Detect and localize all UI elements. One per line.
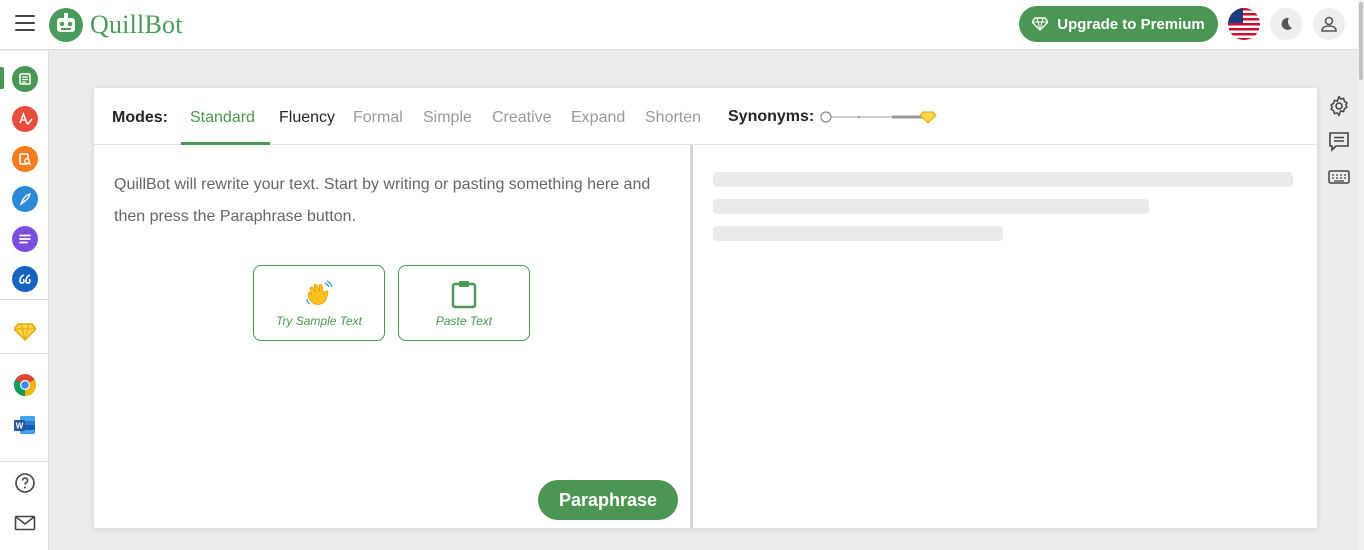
waving-hand-icon	[306, 279, 333, 305]
quillbot-logo-icon	[49, 8, 83, 42]
page-scrollbar[interactable]	[1358, 0, 1364, 550]
synonyms-slider[interactable]	[820, 110, 938, 124]
upgrade-premium-button[interactable]: Upgrade to Premium	[1019, 6, 1218, 42]
sidebar-item-word[interactable]: W	[12, 412, 38, 438]
sidebar-divider	[0, 461, 49, 462]
paste-text-label: Paste Text	[435, 313, 493, 328]
mode-formal[interactable]: Formal	[353, 109, 403, 127]
sidebar-item-help[interactable]	[12, 470, 38, 496]
summarizer-icon	[19, 234, 31, 244]
us-flag-icon[interactable]	[1228, 8, 1260, 40]
input-placeholder[interactable]: QuillBot will rewrite your text. Start b…	[114, 169, 674, 233]
skeleton-line	[713, 199, 1149, 214]
active-indicator	[0, 67, 4, 89]
logo-text: QuillBot	[90, 10, 183, 39]
mode-standard[interactable]: Standard	[190, 109, 255, 127]
paraphraser-icon	[19, 73, 31, 85]
sidebar-item-grammar[interactable]	[12, 106, 38, 132]
skeleton-line	[713, 172, 1293, 187]
word-icon: W	[14, 416, 35, 434]
output-panel	[693, 145, 1317, 528]
mode-expand[interactable]: Expand	[571, 109, 625, 127]
input-panel[interactable]: QuillBot will rewrite your text. Start b…	[94, 145, 690, 528]
paste-text-button[interactable]: Paste Text	[398, 265, 530, 341]
sidebar-item-citation[interactable]	[12, 266, 38, 292]
citation-icon	[19, 274, 31, 284]
help-icon	[15, 473, 35, 493]
scrollbar-thumb[interactable]	[1359, 2, 1363, 80]
settings-icon[interactable]	[1328, 95, 1350, 117]
chrome-icon	[14, 374, 36, 396]
comment-icon[interactable]	[1328, 130, 1350, 152]
moon-icon[interactable]	[1270, 8, 1302, 40]
sidebar-item-mail[interactable]	[12, 510, 38, 536]
skeleton-line	[713, 226, 1003, 241]
sidebar-item-summarizer[interactable]	[12, 226, 38, 252]
cowriter-icon	[19, 193, 31, 206]
plagiarism-icon	[19, 153, 32, 166]
svg-text:W: W	[16, 422, 24, 431]
upgrade-label: Upgrade to Premium	[1057, 15, 1205, 33]
sidebar-item-plagiarism[interactable]	[12, 146, 38, 172]
mode-creative[interactable]: Creative	[492, 109, 552, 127]
sidebar-item-chrome[interactable]	[12, 372, 38, 398]
logo[interactable]: QuillBot	[48, 7, 183, 43]
grammar-icon	[19, 111, 33, 126]
user-icon[interactable]	[1313, 8, 1345, 40]
synonyms-label: Synonyms:	[728, 108, 815, 125]
modes-bar: Modes: Standard Fluency Formal Simple Cr…	[94, 88, 1317, 145]
diamond-icon	[14, 323, 36, 341]
sidebar-item-cowriter[interactable]	[12, 186, 38, 212]
mail-icon	[14, 515, 36, 531]
left-sidebar: W	[0, 51, 49, 550]
paraphrase-button[interactable]: Paraphrase	[538, 480, 678, 520]
mode-fluency[interactable]: Fluency	[279, 109, 335, 127]
clipboard-icon	[451, 280, 477, 308]
menu-icon[interactable]	[15, 15, 35, 31]
sidebar-item-premium[interactable]	[12, 319, 38, 345]
mode-simple[interactable]: Simple	[423, 109, 472, 127]
modes-label: Modes:	[112, 109, 168, 126]
sidebar-divider	[0, 299, 49, 300]
sidebar-item-paraphraser[interactable]	[12, 66, 38, 92]
paraphraser-card: Modes: Standard Fluency Formal Simple Cr…	[94, 88, 1317, 528]
mode-shorten[interactable]: Shorten	[645, 109, 701, 127]
try-sample-text-button[interactable]: Try Sample Text	[253, 265, 385, 341]
try-sample-label: Try Sample Text	[275, 313, 363, 328]
keyboard-icon[interactable]	[1328, 166, 1350, 188]
diamond-icon	[1032, 17, 1049, 31]
top-header: QuillBot Upgrade to Premium	[0, 0, 1364, 50]
sidebar-divider	[0, 353, 49, 354]
